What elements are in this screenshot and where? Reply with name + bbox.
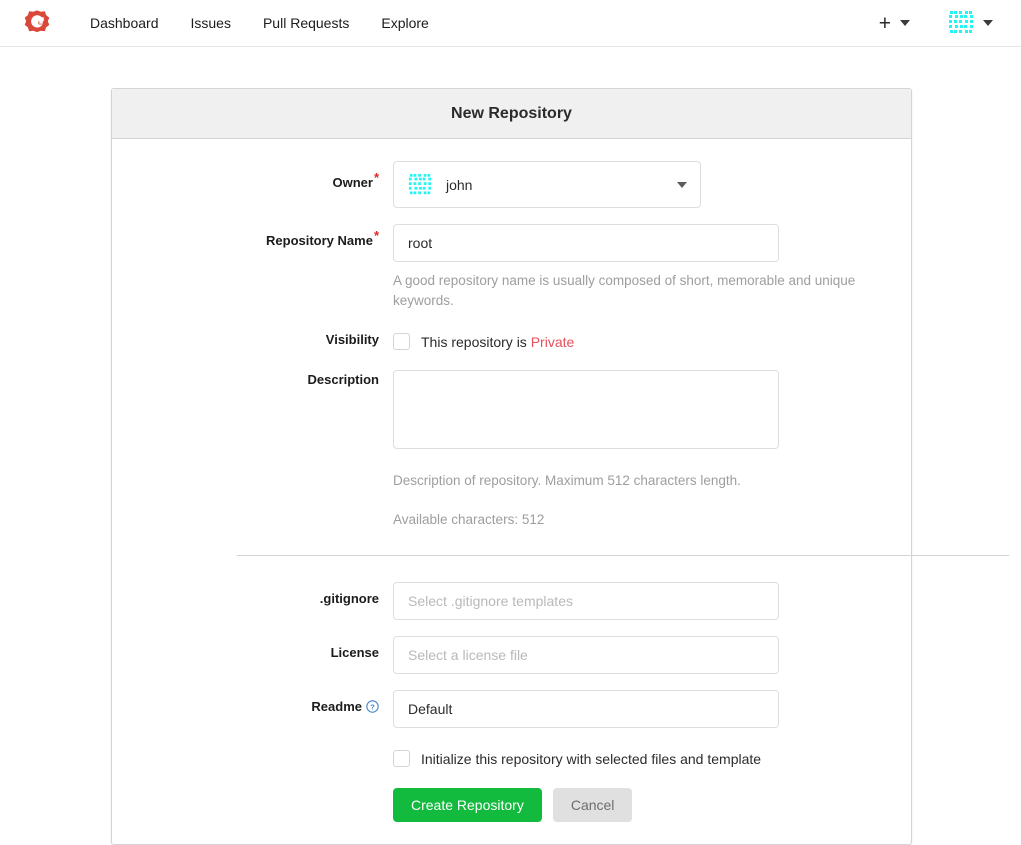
- form-row-initialize: Initialize this repository with selected…: [112, 748, 911, 823]
- nav-link-dashboard[interactable]: Dashboard: [74, 0, 175, 46]
- visibility-text-prefix: This repository is: [421, 333, 531, 350]
- readme-input[interactable]: [393, 690, 779, 729]
- nav-link-pull-requests[interactable]: Pull Requests: [247, 0, 365, 46]
- owner-selected-value: john: [446, 176, 473, 193]
- dropdown-caret-icon: [677, 181, 687, 188]
- navbar-right-actions: +: [873, 0, 999, 46]
- initialize-checkbox-label[interactable]: Initialize this repository with selected…: [421, 751, 761, 767]
- form-row-license: License: [112, 636, 911, 675]
- repository-name-label: Repository Name: [266, 233, 373, 248]
- description-available-characters: Available characters: 512: [393, 511, 545, 527]
- initialize-checkbox-row: Initialize this repository with selected…: [393, 748, 911, 768]
- user-identicon-avatar: [948, 10, 974, 36]
- nav-link-explore[interactable]: Explore: [365, 0, 444, 46]
- license-control: [393, 636, 911, 675]
- owner-required-marker: *: [373, 169, 379, 185]
- form-row-readme: Readme?: [112, 690, 911, 729]
- description-label: Description: [307, 372, 379, 388]
- repository-name-help: A good repository name is usually compos…: [393, 273, 856, 308]
- repository-name-required-marker: *: [373, 227, 379, 243]
- initialize-repository-checkbox[interactable]: [393, 750, 410, 768]
- form-row-repository-name: Repository Name* A good repository name …: [112, 224, 911, 310]
- gitignore-input[interactable]: [393, 582, 779, 621]
- page-content: New Repository Owner* john Repository Na…: [0, 47, 1021, 845]
- visibility-label: Visibility: [325, 332, 379, 348]
- create-repository-button[interactable]: Create Repository: [393, 788, 542, 823]
- owner-dropdown[interactable]: john: [393, 161, 701, 208]
- visibility-control: This repository is Private: [393, 331, 911, 351]
- owner-identicon-avatar: [408, 173, 432, 194]
- readme-label: Readme: [311, 699, 362, 715]
- new-repository-card: New Repository Owner* john Repository Na…: [111, 88, 1009, 845]
- description-control: Description of repository. Maximum 512 c…: [393, 370, 911, 529]
- page-title: New Repository: [112, 89, 911, 139]
- description-help: Description of repository. Maximum 512 c…: [393, 473, 741, 489]
- readme-control: [393, 690, 911, 729]
- repository-name-label-wrap: Repository Name*: [112, 224, 393, 248]
- help-question-circle-icon[interactable]: ?: [366, 700, 379, 716]
- description-textarea[interactable]: [393, 370, 779, 450]
- plus-icon: +: [878, 11, 891, 35]
- visibility-checkbox-row: This repository is Private: [393, 331, 911, 351]
- form-row-description: Description Description of repository. M…: [112, 370, 911, 529]
- create-new-menu[interactable]: +: [873, 13, 916, 34]
- form-actions: Create Repository Cancel: [393, 788, 911, 823]
- svg-text:?: ?: [370, 703, 375, 712]
- chevron-down-icon: [983, 20, 993, 26]
- gitea-logo-icon[interactable]: [22, 8, 52, 38]
- repository-name-control: A good repository name is usually compos…: [393, 224, 911, 310]
- visibility-private-checkbox[interactable]: [393, 333, 410, 351]
- owner-control: john: [393, 161, 911, 208]
- section-divider: [237, 555, 1009, 557]
- user-menu[interactable]: [942, 10, 999, 36]
- repository-name-input[interactable]: [393, 224, 779, 262]
- form-row-owner: Owner* john: [112, 161, 911, 208]
- nav-link-issues[interactable]: Issues: [175, 0, 247, 46]
- owner-label-wrap: Owner*: [112, 161, 393, 190]
- primary-nav-links: Dashboard Issues Pull Requests Explore: [74, 0, 445, 46]
- chevron-down-icon: [900, 20, 910, 26]
- owner-label: Owner: [332, 175, 373, 190]
- visibility-private-word: Private: [530, 333, 575, 350]
- form-row-visibility: Visibility This repository is Private: [112, 331, 911, 351]
- top-navbar: Dashboard Issues Pull Requests Explore +: [0, 0, 1021, 47]
- visibility-checkbox-label[interactable]: This repository is Private: [421, 334, 574, 350]
- cancel-button[interactable]: Cancel: [552, 788, 633, 823]
- form-row-gitignore: .gitignore: [112, 582, 911, 621]
- initialize-control: Initialize this repository with selected…: [393, 748, 911, 823]
- gitignore-label: .gitignore: [319, 591, 379, 607]
- readme-label-wrap: Readme?: [112, 690, 393, 716]
- new-repository-form: Owner* john Repository Name* root A good…: [112, 139, 1009, 844]
- license-label: License: [330, 645, 379, 661]
- gitignore-control: [393, 582, 911, 621]
- license-input[interactable]: [393, 636, 779, 675]
